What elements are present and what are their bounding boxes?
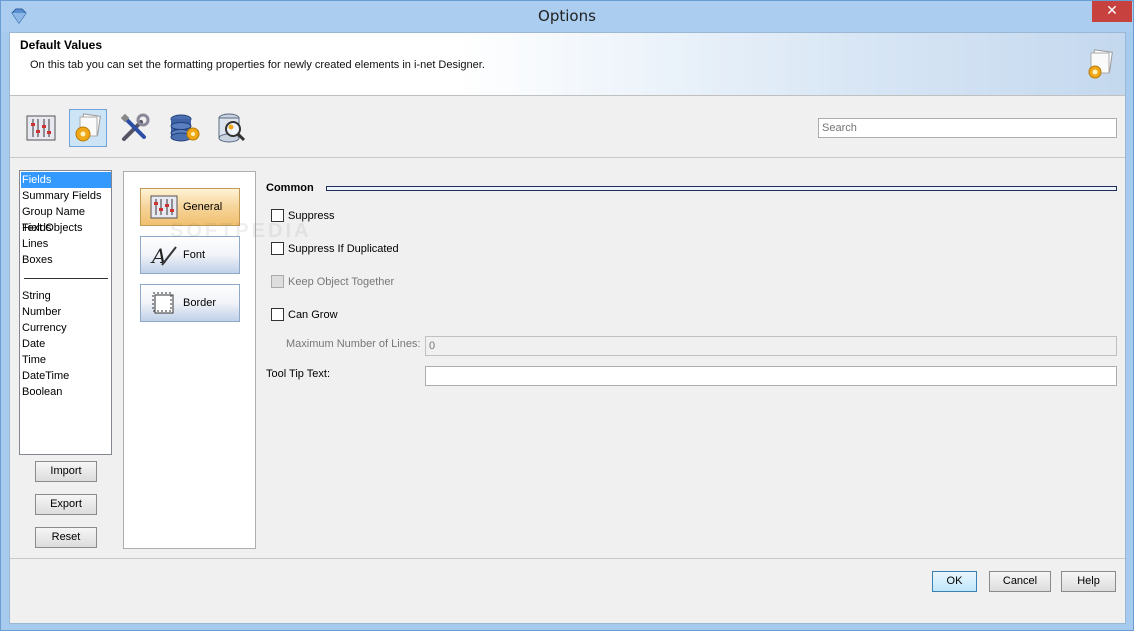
header-title: Default Values — [20, 38, 103, 52]
toolbar-divider — [10, 157, 1125, 158]
default-values-gear-icon — [1085, 48, 1117, 80]
list-item-fields[interactable]: Fields — [21, 172, 111, 188]
toolbar-database-search-button[interactable] — [213, 109, 251, 147]
list-item-number[interactable]: Number — [21, 304, 111, 320]
suppress-checkbox[interactable] — [271, 209, 284, 222]
cancel-button[interactable]: Cancel — [989, 571, 1051, 592]
dialog-client: Default Values On this tab you can set t… — [9, 32, 1126, 624]
list-item-boxes[interactable]: Boxes — [21, 252, 111, 268]
suppress-if-duplicated-label: Suppress If Duplicated — [288, 242, 399, 255]
list-divider — [24, 278, 108, 279]
font-icon: A — [149, 242, 179, 268]
tools-icon — [120, 113, 150, 141]
options-window: Options ✕ Default Values On this tab you… — [0, 0, 1134, 631]
footer-divider — [10, 558, 1125, 559]
category-border-button[interactable]: Border — [140, 284, 240, 322]
keep-object-together-label: Keep Object Together — [288, 275, 395, 288]
list-item-summary-fields[interactable]: Summary Fields — [21, 188, 111, 204]
tooltip-input[interactable] — [425, 366, 1117, 386]
suppress-if-duplicated-row[interactable]: Suppress If Duplicated — [271, 242, 399, 255]
header-band: Default Values On this tab you can set t… — [10, 33, 1125, 96]
reset-button[interactable]: Reset — [35, 527, 97, 548]
max-lines-input: 0 — [425, 336, 1117, 356]
border-icon — [149, 290, 179, 316]
list-item-date[interactable]: Date — [21, 336, 111, 352]
database-search-icon — [218, 113, 246, 143]
help-button[interactable]: Help — [1061, 571, 1116, 592]
sliders-icon — [26, 115, 56, 141]
section-title-common: Common — [266, 182, 314, 194]
list-item-string[interactable]: String — [21, 288, 111, 304]
watermark-text: SOFTPEDIA — [170, 220, 312, 242]
list-item-currency[interactable]: Currency — [21, 320, 111, 336]
list-item-group-name-fields[interactable]: Group Name Fields — [21, 204, 111, 234]
list-item-time[interactable]: Time — [21, 352, 111, 368]
category-label: General — [183, 201, 223, 213]
keep-object-together-checkbox — [271, 275, 284, 288]
import-button[interactable]: Import — [35, 461, 97, 482]
element-type-list[interactable]: Fields Summary Fields Group Name Fields … — [19, 170, 112, 455]
category-label: Border — [183, 297, 217, 309]
category-label: Font — [183, 249, 206, 261]
header-description: On this tab you can set the formatting p… — [30, 59, 485, 71]
toolbar-general-button[interactable] — [22, 109, 60, 147]
list-item-boolean[interactable]: Boolean — [21, 384, 111, 400]
suppress-label: Suppress — [288, 209, 335, 222]
max-lines-label: Maximum Number of Lines: — [286, 338, 421, 350]
window-title: Options — [538, 7, 596, 25]
keep-object-together-row: Keep Object Together — [271, 275, 394, 288]
can-grow-label: Can Grow — [288, 308, 338, 321]
can-grow-checkbox[interactable] — [271, 308, 284, 321]
toolbar-default-values-button[interactable] — [69, 109, 107, 147]
close-button[interactable]: ✕ — [1092, 1, 1132, 22]
database-gear-icon — [170, 114, 200, 142]
list-item-datetime[interactable]: DateTime — [21, 368, 111, 384]
default-values-gear-icon — [75, 113, 101, 142]
suppress-row[interactable]: Suppress — [271, 209, 334, 222]
section-divider — [326, 186, 1117, 191]
list-item-lines[interactable]: Lines — [21, 236, 111, 252]
toolbar-tools-button[interactable] — [116, 109, 154, 147]
ok-button[interactable]: OK — [932, 571, 977, 592]
export-button[interactable]: Export — [35, 494, 97, 515]
search-input[interactable] — [818, 118, 1117, 138]
can-grow-row[interactable]: Can Grow — [271, 308, 338, 321]
suppress-if-duplicated-checkbox[interactable] — [271, 242, 284, 255]
title-bar[interactable]: Options ✕ — [1, 1, 1133, 32]
toolbar-database-button[interactable] — [165, 109, 203, 147]
tooltip-label: Tool Tip Text: — [266, 368, 330, 380]
sliders-icon — [149, 194, 179, 220]
list-item-text-objects[interactable]: Text Objects — [21, 220, 111, 236]
